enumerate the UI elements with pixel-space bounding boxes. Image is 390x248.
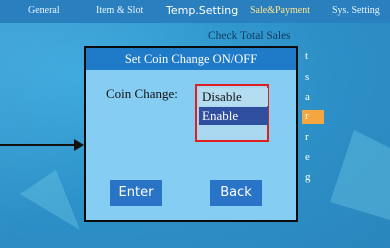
option-disable[interactable]: Disable [199,88,268,106]
menu-item-fragment: r [305,131,309,143]
enter-button[interactable]: Enter [110,180,162,206]
menu-item-fragment: e [305,151,310,163]
coin-change-select[interactable]: Disable Enable [195,84,269,142]
coin-change-label: Coin Change: [106,86,178,101]
tab-temp-setting[interactable]: Temp.Setting [166,4,238,17]
menu-item-fragment: g [305,171,311,183]
coin-change-dialog: Set Coin Change ON/OFF Coin Change: Disa… [84,46,298,222]
tab-sale-payment[interactable]: Sale&Payment [250,5,310,16]
menu-item-fragment: a [305,91,310,103]
tab-general[interactable]: General [28,5,60,16]
dialog-title: Set Coin Change ON/OFF [86,48,296,70]
menu-item-highlighted: r [302,110,324,124]
tab-item-slot[interactable]: Item & Slot [96,5,143,16]
back-button[interactable]: Back [210,180,262,206]
menu-item-fragment: t [305,50,309,62]
top-tab-bar: General Item & Slot Temp.Setting Sale&Pa… [0,0,390,23]
option-enable[interactable]: Enable [199,107,268,125]
menu-item-fragment: r [305,110,309,122]
pointer-arrow-line [0,144,78,146]
menu-item-fragment: s [305,71,310,83]
pointer-arrow-icon [74,139,84,151]
menu-item-check-total-sales: Check Total Sales [208,30,291,42]
tab-sys-setting[interactable]: Sys. Setting [332,5,380,16]
